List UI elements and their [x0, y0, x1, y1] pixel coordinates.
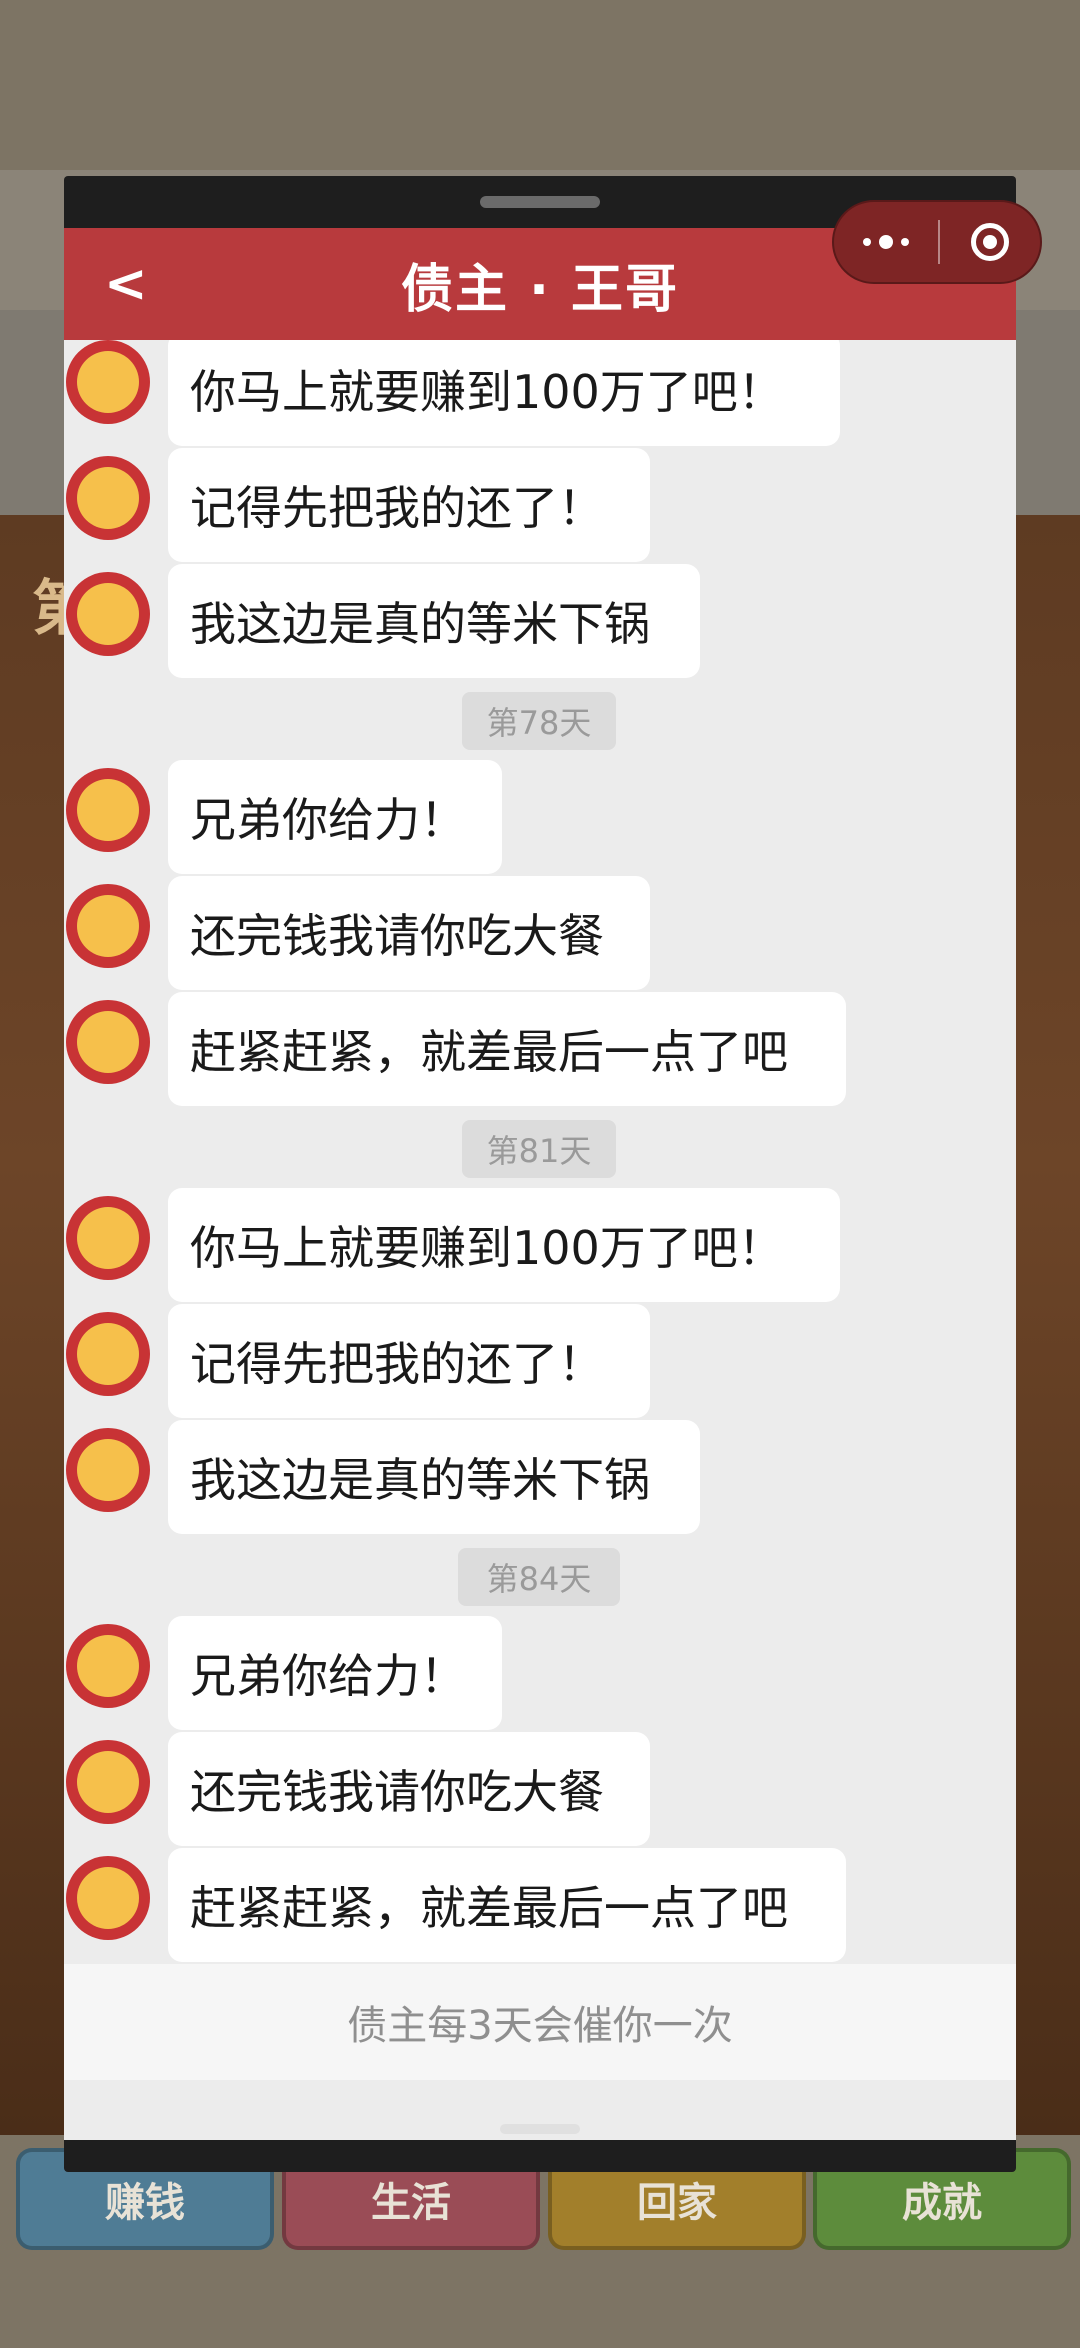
background-top	[0, 0, 1080, 170]
message-bubble: 赶紧赶紧，就差最后一点了吧	[168, 1848, 846, 1962]
angry-face-avatar-icon	[66, 1000, 150, 1084]
more-dots-icon[interactable]	[834, 202, 938, 282]
angry-face-avatar-icon	[66, 884, 150, 968]
message-bubble: 我这边是真的等米下锅	[168, 1420, 700, 1534]
angry-face-avatar-icon	[66, 1856, 150, 1940]
miniprogram-capsule	[832, 200, 1042, 284]
message-bubble: 你马上就要赚到100万了吧！	[168, 1188, 840, 1302]
back-button[interactable]: <	[104, 228, 184, 340]
message-bubble: 记得先把我的还了！	[168, 448, 650, 562]
message-bubble: 兄弟你给力！	[168, 1616, 502, 1730]
angry-face-avatar-icon	[66, 1428, 150, 1512]
home-indicator	[500, 2124, 580, 2134]
day-divider: 第78天	[462, 692, 616, 750]
target-close-icon[interactable]	[940, 202, 1040, 282]
angry-face-avatar-icon	[66, 456, 150, 540]
reminder-notice-text: 债主每3天会催你一次	[347, 2003, 733, 2049]
angry-face-avatar-icon	[66, 1740, 150, 1824]
angry-face-avatar-icon	[66, 1624, 150, 1708]
message-bubble: 我这边是真的等米下锅	[168, 564, 700, 678]
message-bubble: 记得先把我的还了！	[168, 1304, 650, 1418]
chat-modal: < 债主 · 王哥 你马上就要赚到100万了吧！ 记得先把我的还了！ 我这边是真…	[64, 176, 1016, 2172]
back-arrow-icon: <	[104, 254, 148, 314]
chat-title: 债主 · 王哥	[401, 259, 679, 320]
message-bubble: 还完钱我请你吃大餐	[168, 876, 650, 990]
angry-face-avatar-icon	[66, 768, 150, 852]
angry-face-avatar-icon	[66, 1312, 150, 1396]
day-divider: 第84天	[458, 1548, 620, 1606]
message-bubble: 兄弟你给力！	[168, 760, 502, 874]
angry-face-avatar-icon	[66, 1196, 150, 1280]
angry-face-avatar-icon	[66, 572, 150, 656]
reminder-notice: 债主每3天会催你一次	[64, 1964, 1016, 2080]
day-divider: 第81天	[462, 1120, 616, 1178]
angry-face-avatar-icon	[66, 340, 150, 424]
message-bubble: 赶紧赶紧，就差最后一点了吧	[168, 992, 846, 1106]
modal-drag-handle[interactable]	[480, 196, 600, 208]
message-bubble: 还完钱我请你吃大餐	[168, 1732, 650, 1846]
message-list[interactable]: 你马上就要赚到100万了吧！ 记得先把我的还了！ 我这边是真的等米下锅 第78天…	[64, 340, 1016, 2140]
message-bubble: 你马上就要赚到100万了吧！	[168, 340, 840, 446]
